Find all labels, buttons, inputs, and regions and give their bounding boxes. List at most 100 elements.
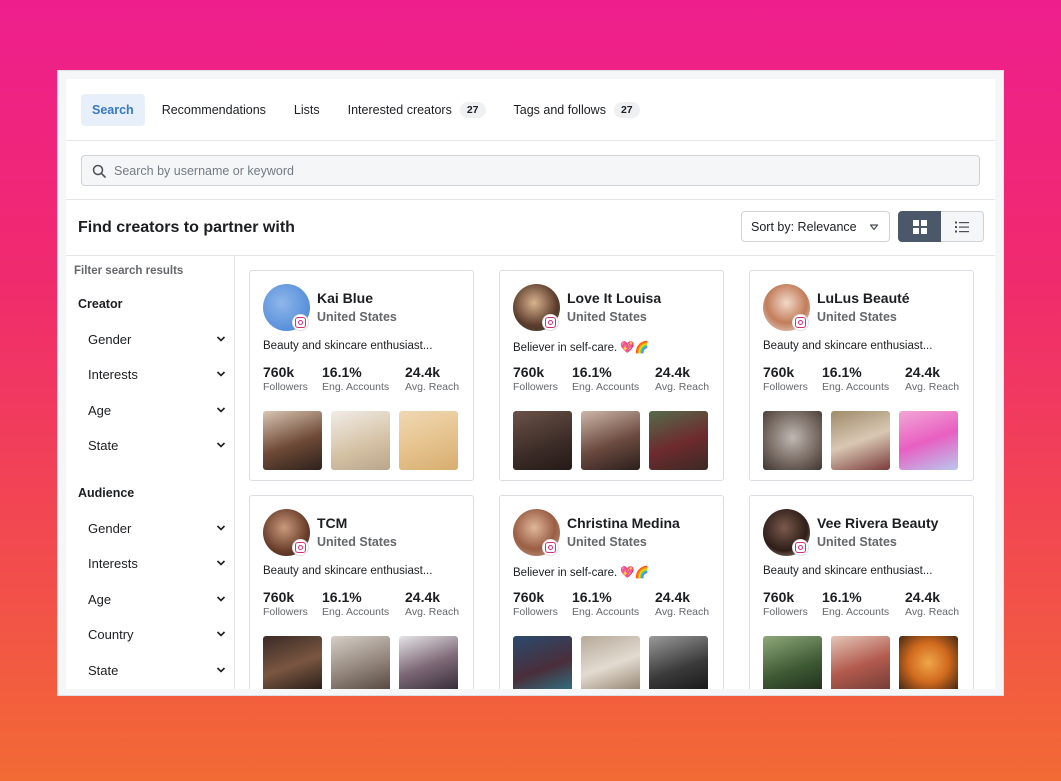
post-thumbnail[interactable] <box>763 411 822 470</box>
stat-label: Avg. Reach <box>655 381 710 393</box>
list-icon <box>955 221 969 232</box>
instagram-icon <box>542 539 559 556</box>
post-thumbnail[interactable] <box>649 636 708 689</box>
post-thumbnail[interactable] <box>899 411 958 470</box>
filter-label: Gender <box>88 520 132 536</box>
creator-card[interactable]: Kai Blue United States Beauty and skinca… <box>249 270 474 481</box>
filter-audience-state[interactable]: State <box>88 658 226 682</box>
post-thumbnail[interactable] <box>331 411 390 470</box>
section-audience: Audience <box>78 486 135 500</box>
sort-dropdown[interactable]: Sort by: Relevance <box>741 211 890 242</box>
results-header: Find creators to partner with Sort by: R… <box>66 200 995 256</box>
stat-label: Eng. Accounts <box>822 381 890 393</box>
tab-interested-creators[interactable]: Interested creators 27 <box>337 94 497 126</box>
stat-value: 16.1% <box>322 364 362 380</box>
filter-creator-state[interactable]: State <box>88 433 226 457</box>
stat-followers: 760k Followers <box>763 589 808 618</box>
post-thumbnail[interactable] <box>399 411 458 470</box>
tab-tags-and-follows[interactable]: Tags and follows 27 <box>503 94 651 126</box>
post-thumbnail[interactable] <box>581 636 640 689</box>
stat-value: 760k <box>763 364 795 380</box>
creator-card[interactable]: Love It Louisa United States Believer in… <box>499 270 724 481</box>
page-title: Find creators to partner with <box>78 219 295 236</box>
post-thumbnail[interactable] <box>831 411 890 470</box>
filter-creator-gender[interactable]: Gender <box>88 327 226 351</box>
creator-card[interactable]: TCM United States Beauty and skincare en… <box>249 495 474 689</box>
post-thumbnail[interactable] <box>899 636 958 689</box>
chevron-down-icon <box>216 631 226 637</box>
stat-value: 16.1% <box>572 364 612 380</box>
stat-followers: 760k Followers <box>513 364 558 393</box>
creator-bio: Beauty and skincare enthusiast... <box>263 340 433 352</box>
creator-bio: Believer in self-care. 💖🌈 <box>513 342 650 354</box>
stat-followers: 760k Followers <box>263 364 308 393</box>
stat-label: Avg. Reach <box>905 381 960 393</box>
stat-engagement: 16.1% Eng. Accounts <box>322 364 389 393</box>
filter-label: State <box>88 437 119 453</box>
filter-audience-country[interactable]: Country <box>88 622 226 646</box>
creator-bio: Believer in self-care. 💖🌈 <box>513 567 650 579</box>
post-thumbnail[interactable] <box>331 636 390 689</box>
stat-value: 24.4k <box>655 364 691 380</box>
stat-label: Followers <box>263 606 308 618</box>
post-thumbnail[interactable] <box>399 636 458 689</box>
filter-audience-interests[interactable]: Interests <box>88 551 226 575</box>
stat-value: 24.4k <box>655 589 691 605</box>
sort-label: Sort by: Relevance <box>751 219 857 234</box>
tab-lists[interactable]: Lists <box>283 94 331 126</box>
creator-country: United States <box>317 535 397 549</box>
filter-creator-age[interactable]: Age <box>88 398 226 422</box>
stat-reach: 24.4k Avg. Reach <box>405 589 459 618</box>
creator-name: LuLus Beauté <box>817 290 910 306</box>
stat-label: Followers <box>513 606 558 618</box>
tab-label: Recommendations <box>161 102 266 117</box>
stat-label: Followers <box>263 381 308 393</box>
creator-card[interactable]: Christina Medina United States Believer … <box>499 495 724 689</box>
chevron-down-icon <box>216 667 226 673</box>
stat-label: Followers <box>763 381 808 393</box>
stat-label: Avg. Reach <box>405 606 460 618</box>
tab-recommendations[interactable]: Recommendations <box>151 94 277 126</box>
grid-view-button[interactable] <box>898 211 941 242</box>
stat-followers: 760k Followers <box>513 589 558 618</box>
filter-label: Age <box>88 591 112 607</box>
post-thumbnail[interactable] <box>831 636 890 689</box>
filter-title: Filter search results <box>74 265 184 277</box>
tab-search[interactable]: Search <box>81 93 145 126</box>
stat-reach: 24.4k Avg. Reach <box>655 589 709 618</box>
grid-icon <box>912 219 927 234</box>
filter-audience-gender[interactable]: Gender <box>88 516 226 540</box>
section-creator: Creator <box>78 297 123 311</box>
instagram-icon <box>792 314 809 331</box>
filter-audience-age[interactable]: Age <box>88 587 226 611</box>
instagram-icon <box>292 314 309 331</box>
stat-value: 760k <box>763 589 795 605</box>
creator-country: United States <box>567 535 647 549</box>
post-thumbnail[interactable] <box>763 636 822 689</box>
post-thumbnail[interactable] <box>513 636 572 689</box>
search-row <box>66 141 995 200</box>
post-thumbnail[interactable] <box>649 411 708 470</box>
post-thumbnail[interactable] <box>513 411 572 470</box>
post-thumbnail[interactable] <box>263 636 322 689</box>
creator-marketplace-panel: Search Recommendations Lists Interested … <box>66 79 995 689</box>
filter-label: Interests <box>88 366 138 382</box>
search-input[interactable] <box>114 163 914 178</box>
filter-creator-interests[interactable]: Interests <box>88 362 226 386</box>
creator-bio: Beauty and skincare enthusiast... <box>763 565 933 577</box>
list-view-button[interactable] <box>941 211 984 242</box>
search-box[interactable] <box>81 155 980 186</box>
tab-label: Tags and follows <box>513 102 606 117</box>
stat-reach: 24.4k Avg. Reach <box>405 364 459 393</box>
stat-label: Followers <box>763 606 808 618</box>
instagram-icon <box>542 314 559 331</box>
tab-label: Lists <box>293 102 320 117</box>
chevron-down-icon <box>216 407 226 413</box>
chevron-down-icon <box>216 442 226 448</box>
creator-card[interactable]: Vee Rivera Beauty United States Beauty a… <box>749 495 974 689</box>
creator-card[interactable]: LuLus Beauté United States Beauty and sk… <box>749 270 974 481</box>
app-window: Search Recommendations Lists Interested … <box>57 70 1004 696</box>
post-thumbnail[interactable] <box>263 411 322 470</box>
tab-bar: Search Recommendations Lists Interested … <box>66 79 995 141</box>
post-thumbnail[interactable] <box>581 411 640 470</box>
